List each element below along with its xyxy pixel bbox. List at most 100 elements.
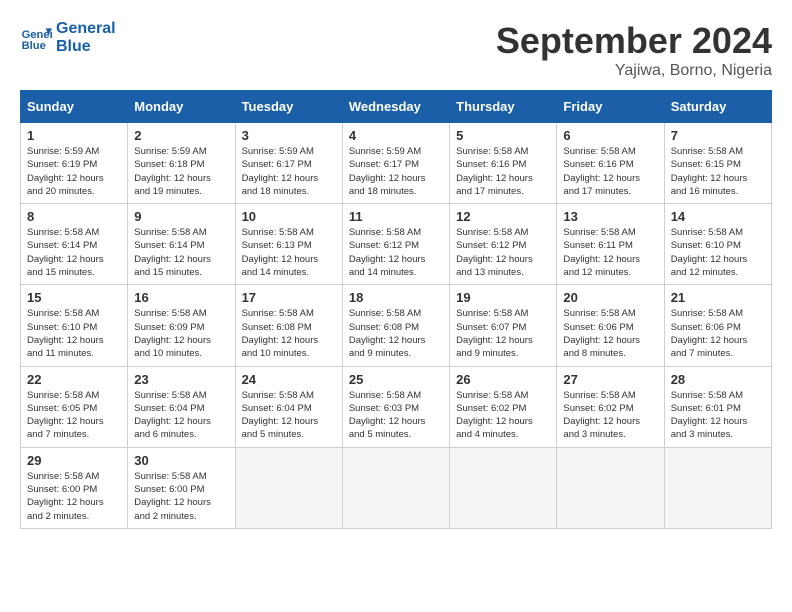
day-info-13: Sunrise: 5:58 AM Sunset: 6:11 PM Dayligh…	[563, 226, 657, 279]
day-info-30: Sunrise: 5:58 AM Sunset: 6:00 PM Dayligh…	[134, 470, 228, 523]
day-info-26: Sunrise: 5:58 AM Sunset: 6:02 PM Dayligh…	[456, 389, 550, 442]
day-info-6: Sunrise: 5:58 AM Sunset: 6:16 PM Dayligh…	[563, 145, 657, 198]
empty-cell	[664, 447, 771, 528]
empty-cell	[557, 447, 664, 528]
day-cell-7: 7 Sunrise: 5:58 AM Sunset: 6:15 PM Daylig…	[664, 123, 771, 204]
day-number-8: 8	[27, 209, 121, 224]
day-number-25: 25	[349, 372, 443, 387]
day-number-22: 22	[27, 372, 121, 387]
svg-text:Blue: Blue	[22, 40, 46, 52]
day-cell-13: 13Sunrise: 5:58 AM Sunset: 6:11 PM Dayli…	[557, 204, 664, 285]
week-row-4: 22 Sunrise: 5:58 AM Sunset: 6:05 PM Dayli…	[21, 366, 772, 447]
col-sunday: Sunday	[21, 91, 128, 123]
month-title: September 2024	[496, 20, 772, 62]
logo-line2: Blue	[56, 38, 116, 56]
day-info-23: Sunrise: 5:58 AM Sunset: 6:04 PM Dayligh…	[134, 389, 228, 442]
logo-icon: General Blue	[20, 22, 52, 54]
day-cell-4: 4 Sunrise: 5:59 AM Sunset: 6:17 PM Daylig…	[342, 123, 449, 204]
day-info-16: Sunrise: 5:58 AM Sunset: 6:09 PM Dayligh…	[134, 307, 228, 360]
day-number-11: 11	[349, 209, 443, 224]
day-number-19: 19	[456, 290, 550, 305]
location: Yajiwa, Borno, Nigeria	[496, 62, 772, 80]
day-info-10: Sunrise: 5:58 AM Sunset: 6:13 PM Dayligh…	[242, 226, 336, 279]
empty-cell	[450, 447, 557, 528]
col-monday: Monday	[128, 91, 235, 123]
day-cell-3: 3 Sunrise: 5:59 AM Sunset: 6:17 PM Daylig…	[235, 123, 342, 204]
week-row-2: 8 Sunrise: 5:58 AM Sunset: 6:14 PM Daylig…	[21, 204, 772, 285]
day-info-27: Sunrise: 5:58 AM Sunset: 6:02 PM Dayligh…	[563, 389, 657, 442]
week-row-5: 29 Sunrise: 5:58 AM Sunset: 6:00 PM Dayli…	[21, 447, 772, 528]
day-info-8: Sunrise: 5:58 AM Sunset: 6:14 PM Dayligh…	[27, 226, 121, 279]
day-cell-18: 18 Sunrise: 5:58 AM Sunset: 6:08 PM Dayli…	[342, 285, 449, 366]
calendar-table: Sunday Monday Tuesday Wednesday Thursday…	[20, 90, 772, 529]
day-info-19: Sunrise: 5:58 AM Sunset: 6:07 PM Dayligh…	[456, 307, 550, 360]
day-cell-19: 19 Sunrise: 5:58 AM Sunset: 6:07 PM Dayli…	[450, 285, 557, 366]
day-cell-26: 26 Sunrise: 5:58 AM Sunset: 6:02 PM Dayli…	[450, 366, 557, 447]
day-cell-20: 20 Sunrise: 5:58 AM Sunset: 6:06 PM Dayli…	[557, 285, 664, 366]
day-cell-6: 6Sunrise: 5:58 AM Sunset: 6:16 PM Daylig…	[557, 123, 664, 204]
day-number-1: 1	[27, 128, 121, 143]
day-number-3: 3	[242, 128, 336, 143]
day-info-25: Sunrise: 5:58 AM Sunset: 6:03 PM Dayligh…	[349, 389, 443, 442]
day-info-22: Sunrise: 5:58 AM Sunset: 6:05 PM Dayligh…	[27, 389, 121, 442]
day-cell-21: 21Sunrise: 5:58 AM Sunset: 6:06 PM Dayli…	[664, 285, 771, 366]
day-number-24: 24	[242, 372, 336, 387]
day-number-18: 18	[349, 290, 443, 305]
day-number-28: 28	[671, 372, 765, 387]
col-thursday: Thursday	[450, 91, 557, 123]
calendar-header-row: Sunday Monday Tuesday Wednesday Thursday…	[21, 91, 772, 123]
title-section: September 2024 Yajiwa, Borno, Nigeria	[496, 20, 772, 80]
day-number-26: 26	[456, 372, 550, 387]
day-cell-30: 30Sunrise: 5:58 AM Sunset: 6:00 PM Dayli…	[128, 447, 235, 528]
page-header: General Blue General Blue September 2024…	[20, 20, 772, 80]
day-number-5: 5	[456, 128, 550, 143]
day-info-29: Sunrise: 5:58 AM Sunset: 6:00 PM Dayligh…	[27, 470, 121, 523]
day-info-14: Sunrise: 5:58 AM Sunset: 6:10 PM Dayligh…	[671, 226, 765, 279]
day-info-7: Sunrise: 5:58 AM Sunset: 6:15 PM Dayligh…	[671, 145, 765, 198]
day-cell-16: 16 Sunrise: 5:58 AM Sunset: 6:09 PM Dayli…	[128, 285, 235, 366]
day-info-3: Sunrise: 5:59 AM Sunset: 6:17 PM Dayligh…	[242, 145, 336, 198]
week-row-1: 1Sunrise: 5:59 AM Sunset: 6:19 PM Daylig…	[21, 123, 772, 204]
day-info-12: Sunrise: 5:58 AM Sunset: 6:12 PM Dayligh…	[456, 226, 550, 279]
day-info-4: Sunrise: 5:59 AM Sunset: 6:17 PM Dayligh…	[349, 145, 443, 198]
day-cell-17: 17Sunrise: 5:58 AM Sunset: 6:08 PM Dayli…	[235, 285, 342, 366]
day-cell-11: 11 Sunrise: 5:58 AM Sunset: 6:12 PM Dayli…	[342, 204, 449, 285]
day-cell-1: 1Sunrise: 5:59 AM Sunset: 6:19 PM Daylig…	[21, 123, 128, 204]
day-cell-22: 22 Sunrise: 5:58 AM Sunset: 6:05 PM Dayli…	[21, 366, 128, 447]
day-number-12: 12	[456, 209, 550, 224]
day-info-15: Sunrise: 5:58 AM Sunset: 6:10 PM Dayligh…	[27, 307, 121, 360]
empty-cell	[235, 447, 342, 528]
day-number-16: 16	[134, 290, 228, 305]
day-number-9: 9	[134, 209, 228, 224]
day-number-15: 15	[27, 290, 121, 305]
day-number-7: 7	[671, 128, 765, 143]
week-row-3: 15 Sunrise: 5:58 AM Sunset: 6:10 PM Dayli…	[21, 285, 772, 366]
day-number-29: 29	[27, 453, 121, 468]
day-cell-27: 27Sunrise: 5:58 AM Sunset: 6:02 PM Dayli…	[557, 366, 664, 447]
day-info-11: Sunrise: 5:58 AM Sunset: 6:12 PM Dayligh…	[349, 226, 443, 279]
day-number-14: 14	[671, 209, 765, 224]
day-info-18: Sunrise: 5:58 AM Sunset: 6:08 PM Dayligh…	[349, 307, 443, 360]
day-cell-15: 15 Sunrise: 5:58 AM Sunset: 6:10 PM Dayli…	[21, 285, 128, 366]
day-cell-14: 14 Sunrise: 5:58 AM Sunset: 6:10 PM Dayli…	[664, 204, 771, 285]
day-cell-2: 2Sunrise: 5:59 AM Sunset: 6:18 PM Daylig…	[128, 123, 235, 204]
day-cell-9: 9 Sunrise: 5:58 AM Sunset: 6:14 PM Daylig…	[128, 204, 235, 285]
day-number-4: 4	[349, 128, 443, 143]
day-cell-8: 8 Sunrise: 5:58 AM Sunset: 6:14 PM Daylig…	[21, 204, 128, 285]
day-cell-28: 28 Sunrise: 5:58 AM Sunset: 6:01 PM Dayli…	[664, 366, 771, 447]
col-friday: Friday	[557, 91, 664, 123]
logo: General Blue General Blue	[20, 20, 116, 55]
day-info-17: Sunrise: 5:58 AM Sunset: 6:08 PM Dayligh…	[242, 307, 336, 360]
day-info-28: Sunrise: 5:58 AM Sunset: 6:01 PM Dayligh…	[671, 389, 765, 442]
day-number-20: 20	[563, 290, 657, 305]
day-info-9: Sunrise: 5:58 AM Sunset: 6:14 PM Dayligh…	[134, 226, 228, 279]
day-cell-5: 5 Sunrise: 5:58 AM Sunset: 6:16 PM Daylig…	[450, 123, 557, 204]
day-cell-23: 23Sunrise: 5:58 AM Sunset: 6:04 PM Dayli…	[128, 366, 235, 447]
day-info-2: Sunrise: 5:59 AM Sunset: 6:18 PM Dayligh…	[134, 145, 228, 198]
day-info-5: Sunrise: 5:58 AM Sunset: 6:16 PM Dayligh…	[456, 145, 550, 198]
empty-cell	[342, 447, 449, 528]
day-info-20: Sunrise: 5:58 AM Sunset: 6:06 PM Dayligh…	[563, 307, 657, 360]
day-number-10: 10	[242, 209, 336, 224]
day-number-21: 21	[671, 290, 765, 305]
col-wednesday: Wednesday	[342, 91, 449, 123]
